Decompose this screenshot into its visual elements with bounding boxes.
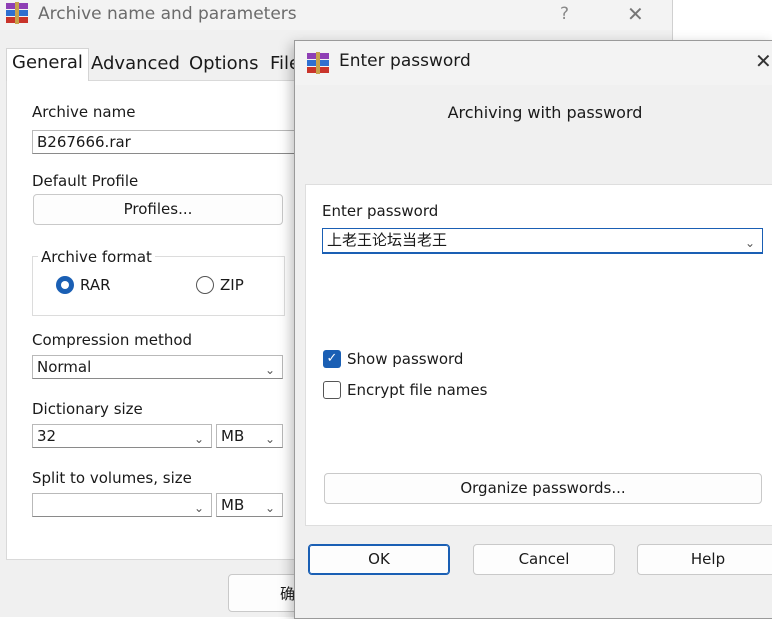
chevron-down-icon: ⌄ (264, 432, 275, 446)
default-profile-label: Default Profile (32, 172, 139, 190)
window-title: Archive name and parameters (38, 4, 297, 24)
enter-password-label: Enter password (322, 202, 439, 220)
chevron-down-icon: ⌄ (264, 501, 275, 515)
show-password-checkbox[interactable]: ✓ (323, 350, 341, 368)
compression-method-value: Normal (37, 358, 92, 376)
encrypt-file-names-checkbox[interactable] (323, 381, 341, 399)
show-password-label: Show password (347, 350, 464, 368)
chevron-down-icon: ⌄ (193, 501, 204, 515)
rar-radio-label: RAR (80, 276, 111, 294)
chevron-down-icon[interactable]: ⌄ (745, 232, 755, 252)
dictionary-size-select[interactable]: 32 ⌄ (32, 424, 212, 448)
password-value: 上老王论坛当老王 (327, 231, 448, 249)
profiles-button[interactable]: Profiles... (33, 194, 283, 225)
enter-password-dialog: Enter password ✕ Archiving with password… (294, 40, 772, 619)
tab-options[interactable]: Options (184, 50, 263, 78)
rar-radio[interactable] (56, 276, 74, 294)
zip-radio-label: ZIP (220, 276, 244, 294)
dictionary-size-label: Dictionary size (32, 400, 143, 418)
split-unit-select[interactable]: MB ⌄ (216, 493, 283, 517)
title-bar: Enter password ✕ (295, 41, 772, 85)
password-input[interactable]: 上老王论坛当老王 ⌄ (322, 228, 763, 254)
checkmark-icon: ✓ (326, 351, 338, 366)
compression-method-select[interactable]: Normal ⌄ (32, 355, 283, 379)
window-title: Enter password (339, 51, 471, 71)
zip-radio[interactable] (196, 276, 214, 294)
dialog-heading: Archiving with password (447, 103, 643, 122)
help-button[interactable]: Help (637, 544, 772, 575)
cancel-button[interactable]: Cancel (473, 544, 615, 575)
split-volumes-label: Split to volumes, size (32, 469, 192, 487)
compression-method-label: Compression method (32, 331, 193, 349)
title-bar: Archive name and parameters ? ✕ (0, 0, 672, 30)
winrar-app-icon (6, 2, 28, 24)
chevron-down-icon: ⌄ (193, 432, 204, 446)
split-unit-value: MB (221, 496, 245, 514)
help-icon[interactable]: ? (560, 4, 569, 24)
encrypt-file-names-label: Encrypt file names (347, 381, 488, 399)
chevron-down-icon: ⌄ (264, 363, 275, 377)
archive-name-field[interactable]: B267666.rar (32, 130, 297, 154)
winrar-app-icon (307, 52, 329, 74)
ok-button[interactable]: OK (308, 544, 450, 575)
dictionary-unit-select[interactable]: MB ⌄ (216, 424, 283, 448)
archive-format-label: Archive format (38, 248, 155, 266)
close-icon[interactable]: ✕ (755, 49, 772, 73)
dictionary-unit-value: MB (221, 427, 245, 445)
archive-name-label: Archive name (32, 103, 136, 121)
dictionary-size-value: 32 (37, 427, 57, 445)
close-icon[interactable]: ✕ (627, 2, 644, 26)
organize-passwords-button[interactable]: Organize passwords... (324, 473, 762, 504)
split-volumes-select[interactable]: ⌄ (32, 493, 212, 517)
tab-general[interactable]: General (6, 48, 89, 81)
tab-advanced[interactable]: Advanced (86, 50, 185, 78)
